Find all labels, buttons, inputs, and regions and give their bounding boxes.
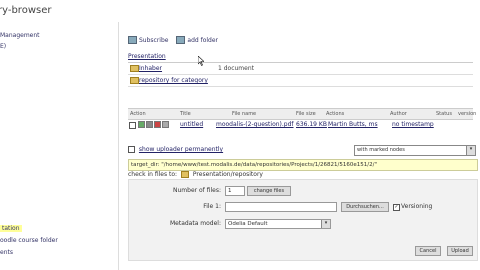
num-files-value: 1 — [228, 188, 232, 194]
add-folder-label: add folder — [187, 36, 219, 44]
pdf-icon[interactable] — [154, 121, 161, 128]
upload-form: Number of files: 1 change files File 1: … — [128, 179, 478, 261]
main-content: Subscribe add folder Presentation Inhabe… — [120, 22, 480, 270]
file-1-input[interactable] — [225, 202, 337, 212]
sidebar-item-moodle-course-folder[interactable]: oodle course folder — [0, 237, 58, 244]
refresh-icon[interactable] — [138, 121, 145, 128]
folder-name[interactable]: Inhaber — [139, 65, 162, 72]
breadcrumb[interactable]: Presentation — [128, 53, 166, 60]
column-header-status[interactable]: Status — [436, 111, 452, 117]
column-header-action: Action — [130, 111, 146, 117]
folder-icon — [181, 171, 189, 178]
target-dir-notice: target_dir: "/home/www/test.modalis.de/d… — [128, 159, 478, 171]
uploader-checkbox[interactable] — [128, 146, 135, 153]
versioning-label: Versioning — [401, 203, 433, 210]
toolbar: Subscribe add folder — [128, 36, 224, 46]
subscribe-button[interactable]: Subscribe — [128, 36, 168, 44]
chevron-down-icon[interactable]: ▾ — [321, 220, 330, 228]
folder-name[interactable]: repository for category — [139, 77, 208, 84]
file-size: 636.19 KB — [296, 121, 327, 128]
num-files-label: Number of files: — [173, 187, 221, 194]
show-uploader-label[interactable]: show uploader permanently — [139, 146, 223, 153]
metadata-model-value: Odelia Default — [228, 221, 268, 227]
sidebar-item-presentation[interactable]: tation — [0, 225, 22, 232]
row-checkbox[interactable] — [129, 122, 136, 129]
list-item[interactable]: Inhaber 1 document — [128, 63, 473, 75]
num-files-input[interactable]: 1 — [225, 186, 245, 196]
sidebar-item-e[interactable]: E) — [0, 43, 6, 50]
checkin-header: check in files to: Presentation/reposito… — [128, 171, 263, 178]
upload-button[interactable]: Upload — [447, 246, 473, 256]
folder-icon — [130, 77, 139, 84]
folder-icon — [130, 65, 139, 72]
lock-icon[interactable] — [162, 121, 169, 128]
file-name[interactable]: moodalis-(2-question).pdf — [216, 121, 294, 128]
metadata-model-label: Metadata model: — [169, 220, 221, 227]
subscribe-icon — [128, 36, 137, 44]
table-row[interactable]: untitled moodalis-(2-question).pdf 636.1… — [128, 119, 473, 129]
browse-button[interactable]: Durchsuchen... — [341, 202, 389, 212]
show-uploader-toggle[interactable]: show uploader permanently — [128, 146, 223, 153]
metadata-model-select[interactable]: Odelia Default ▾ — [225, 219, 331, 229]
marked-nodes-value: with marked nodes — [357, 147, 405, 153]
change-files-button[interactable]: change files — [247, 186, 291, 196]
checkin-label: check in files to: — [128, 171, 178, 178]
versioning-checkbox[interactable]: ✓ — [393, 204, 400, 211]
file-status[interactable]: no timestamp — [392, 121, 434, 128]
target-dir-text: target_dir: "/home/www/test.modalis.de/d… — [131, 162, 378, 168]
file-title[interactable]: untitled — [180, 121, 203, 128]
add-folder-icon — [176, 36, 186, 44]
column-header-title[interactable]: Title — [180, 111, 191, 117]
gear-icon[interactable] — [146, 121, 153, 128]
column-header-author[interactable]: Author — [390, 111, 407, 117]
mouse-cursor-icon — [198, 56, 204, 66]
marked-nodes-select[interactable]: with marked nodes ▾ — [354, 145, 476, 156]
sidebar-item-ents[interactable]: ents — [0, 249, 13, 256]
sidebar: Management E) tation oodle course folder… — [0, 22, 119, 270]
column-header-version: version — [458, 111, 477, 117]
file-author[interactable]: Martin Butts, ms — [328, 121, 378, 128]
folder-description: 1 document — [218, 65, 254, 72]
folder-list: Inhaber 1 document repository for catego… — [128, 62, 473, 87]
column-header-file-size[interactable]: File size — [296, 111, 316, 117]
list-item[interactable]: repository for category — [128, 75, 473, 87]
column-header-file-name[interactable]: File name — [232, 111, 256, 117]
column-header-actions: Actions — [326, 111, 345, 117]
sidebar-item-management[interactable]: Management — [0, 32, 40, 39]
window-titlebar: ry-browser — [0, 0, 480, 22]
cancel-button[interactable]: Cancel — [415, 246, 441, 256]
file-1-label: File 1: — [203, 203, 221, 210]
add-folder-button[interactable]: add folder — [176, 36, 218, 44]
chevron-down-icon[interactable]: ▾ — [466, 146, 475, 155]
subscribe-label: Subscribe — [139, 36, 169, 44]
checkin-target: Presentation/repository — [192, 171, 263, 178]
window-title: ry-browser — [0, 5, 52, 16]
